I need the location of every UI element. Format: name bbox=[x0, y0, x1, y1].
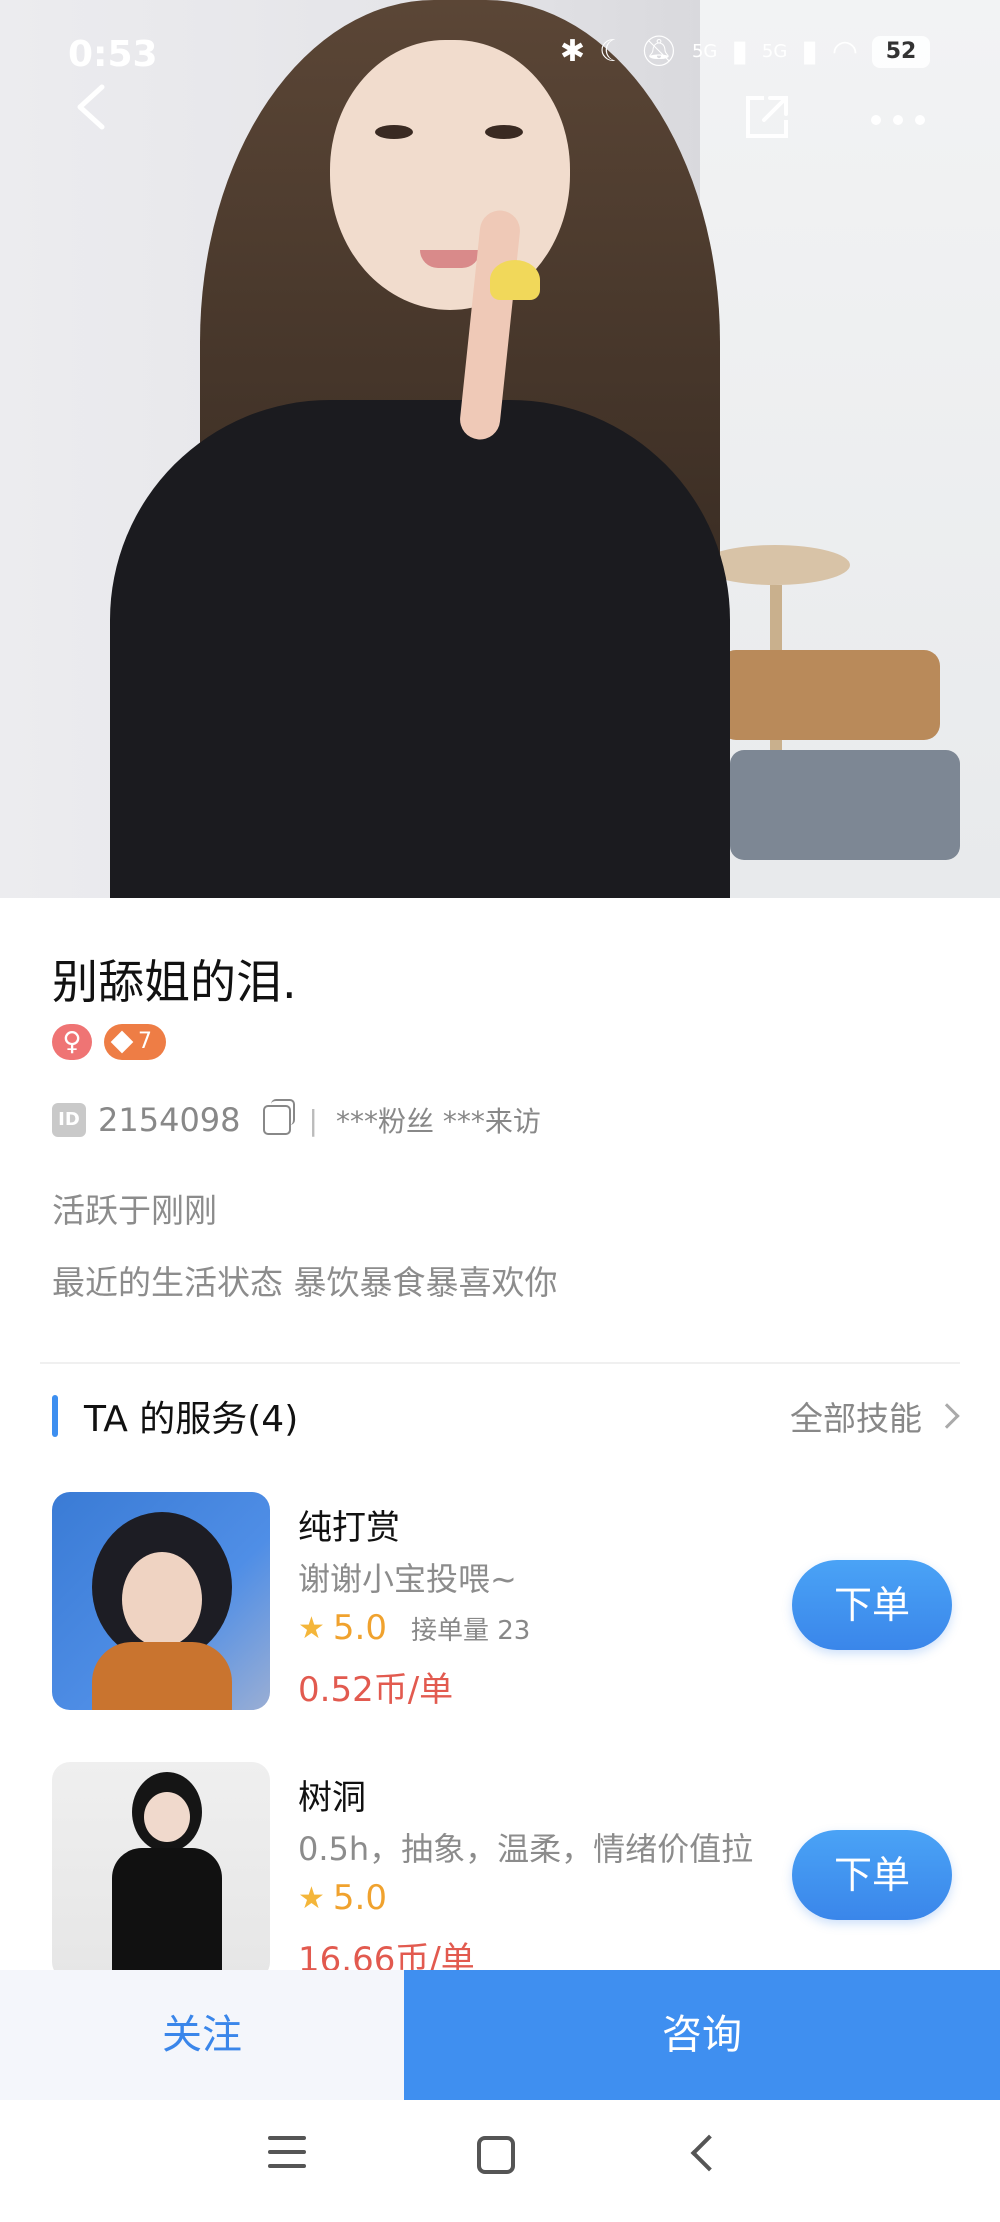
separator: | bbox=[308, 1103, 318, 1137]
service-title: 纯打赏 bbox=[298, 1508, 400, 1548]
profile-stats: ***粉丝 ***来访 bbox=[335, 1105, 541, 1138]
order-button[interactable]: 下单 bbox=[792, 1830, 952, 1920]
back-arrow-icon[interactable] bbox=[72, 82, 112, 145]
service-rating: ★ 5.0 bbox=[298, 1878, 387, 1918]
signal-bars-icon: ▮ bbox=[801, 34, 818, 69]
follow-button[interactable]: 关注 bbox=[0, 1970, 404, 2100]
thumbnail-top bbox=[92, 1642, 232, 1710]
home-icon[interactable] bbox=[477, 2136, 515, 2174]
mute-icon: 🔕︎ bbox=[639, 34, 678, 69]
service-item[interactable]: 树洞 0.5h，抽象，温柔，情绪价值拉 ★ 5.0 16.66币/单 下单 bbox=[52, 1762, 952, 1982]
bottom-action-bar: 关注 咨询 bbox=[0, 1970, 1000, 2100]
order-count: 接单量 23 bbox=[410, 1615, 531, 1646]
service-item[interactable]: 纯打赏 谢谢小宝投喂~ ★ 5.0 接单量 23 0.52币/单 下单 bbox=[52, 1492, 952, 1712]
background-chair-back bbox=[720, 650, 940, 740]
share-icon[interactable] bbox=[742, 92, 790, 140]
service-desc: 谢谢小宝投喂~ bbox=[298, 1560, 517, 1598]
recent-apps-icon[interactable] bbox=[268, 2136, 306, 2170]
status-time: 0:53 bbox=[68, 34, 158, 75]
moon-icon: ☾ bbox=[598, 34, 626, 69]
profile-id-row: ID 2154098 | ***粉丝 ***来访 bbox=[52, 1099, 541, 1140]
service-thumbnail bbox=[52, 1492, 270, 1710]
signal-bars-icon: ▮ bbox=[731, 34, 748, 69]
battery-icon: 52 bbox=[872, 35, 930, 68]
order-button[interactable]: 下单 bbox=[792, 1560, 952, 1650]
signal-5g-icon: 5G bbox=[691, 41, 718, 62]
gender-badge: ♀ bbox=[52, 1024, 92, 1060]
star-icon: ★ bbox=[298, 1610, 325, 1646]
active-status: 活跃于刚刚 bbox=[52, 1191, 217, 1230]
level-badge[interactable]: 7 bbox=[104, 1024, 166, 1060]
portrait-eye bbox=[375, 125, 413, 139]
profile-badges: ♀ 7 bbox=[52, 1024, 166, 1060]
thumbnail-face bbox=[122, 1552, 202, 1647]
divider bbox=[40, 1362, 960, 1364]
all-skills-label: 全部技能 bbox=[790, 1399, 922, 1438]
system-nav-bar bbox=[0, 2100, 1000, 2222]
level-diamond-icon bbox=[110, 1030, 134, 1054]
level-value: 7 bbox=[138, 1029, 152, 1054]
star-icon: ★ bbox=[298, 1880, 325, 1916]
id-tag-icon: ID bbox=[52, 1103, 86, 1137]
more-options-icon[interactable] bbox=[868, 84, 928, 142]
portrait-mouth bbox=[420, 250, 480, 268]
service-thumbnail bbox=[52, 1762, 270, 1980]
copy-icon[interactable] bbox=[262, 1099, 295, 1135]
portrait-body bbox=[110, 400, 730, 898]
thumbnail-body bbox=[112, 1848, 222, 1980]
bluetooth-icon: ✱ bbox=[559, 34, 585, 69]
thumbnail-face bbox=[144, 1792, 190, 1842]
section-accent-bar bbox=[52, 1395, 58, 1437]
system-back-icon[interactable] bbox=[690, 2134, 728, 2172]
service-title: 树洞 bbox=[298, 1778, 366, 1818]
wifi-icon: ◠ bbox=[831, 34, 858, 69]
chevron-right-icon bbox=[934, 1403, 960, 1429]
service-rating: ★ 5.0 接单量 23 bbox=[298, 1608, 530, 1648]
rating-value: 5.0 bbox=[332, 1608, 387, 1648]
portrait-charm bbox=[490, 260, 540, 300]
service-price: 0.52币/单 bbox=[298, 1670, 454, 1710]
profile-bio: 最近的生活状态 暴饮暴食暴喜欢你 bbox=[52, 1263, 558, 1302]
rating-value: 5.0 bbox=[332, 1878, 387, 1918]
profile-id: 2154098 bbox=[98, 1101, 241, 1139]
background-chair-seat bbox=[730, 750, 960, 860]
status-bar: 0:53 ✱ ☾ 🔕︎ 5G ▮ 5G ▮ ◠ 52 bbox=[0, 0, 1000, 110]
signal-5g-icon: 5G bbox=[761, 41, 788, 62]
profile-cover-photo[interactable] bbox=[0, 0, 1000, 898]
consult-button[interactable]: 咨询 bbox=[404, 1970, 1000, 2100]
status-icons: ✱ ☾ 🔕︎ 5G ▮ 5G ▮ ◠ 52 bbox=[560, 34, 930, 69]
all-skills-link[interactable]: 全部技能 bbox=[790, 1392, 960, 1440]
service-desc: 0.5h，抽象，温柔，情绪价值拉 bbox=[298, 1830, 754, 1868]
profile-name: 别舔姐的泪. bbox=[52, 955, 297, 1009]
portrait-eye bbox=[485, 125, 523, 139]
services-title: TA 的服务(4) bbox=[84, 1399, 299, 1440]
